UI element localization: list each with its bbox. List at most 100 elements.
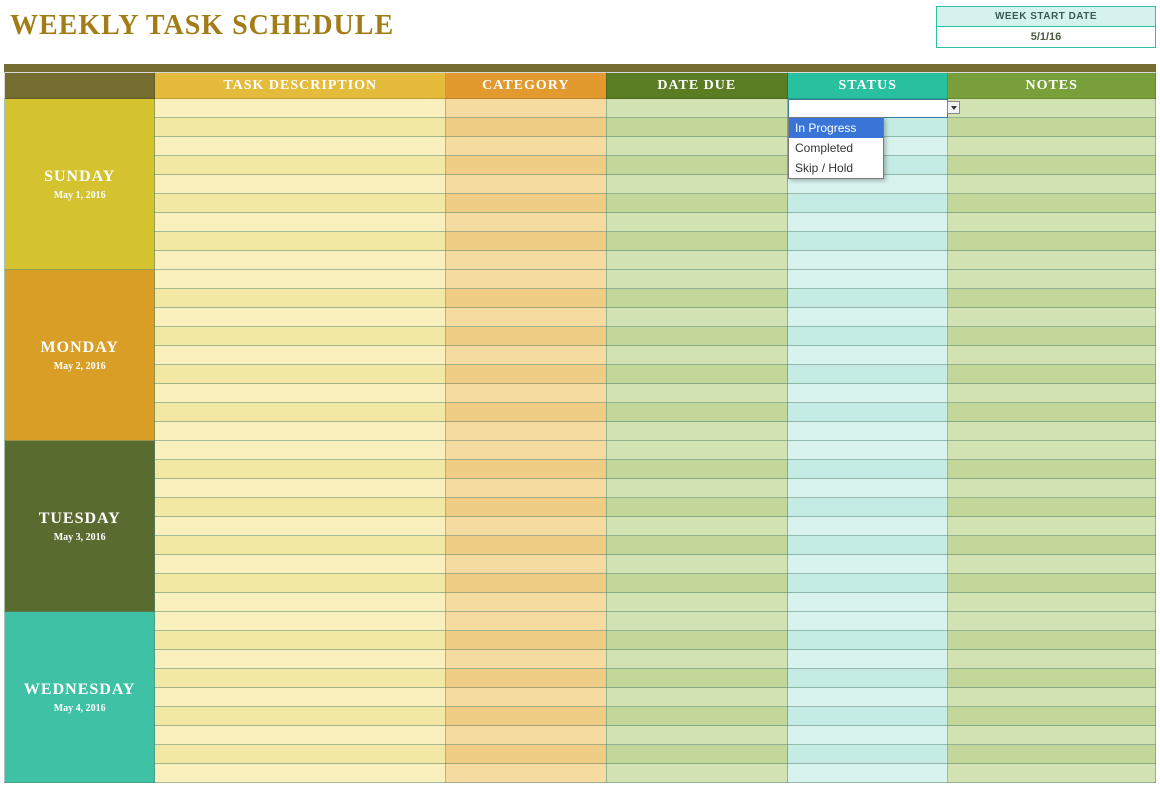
cell-note[interactable] [948, 745, 1156, 764]
status-option[interactable]: Skip / Hold [789, 158, 883, 178]
cell-task[interactable] [155, 346, 446, 365]
cell-due[interactable] [606, 517, 787, 536]
cell-note[interactable] [948, 612, 1156, 631]
cell-note[interactable] [948, 650, 1156, 669]
cell-note[interactable] [948, 669, 1156, 688]
cell-task[interactable] [155, 441, 446, 460]
cell-task[interactable] [155, 707, 446, 726]
cell-due[interactable] [606, 574, 787, 593]
cell-task[interactable] [155, 270, 446, 289]
cell-stat[interactable] [788, 441, 948, 460]
cell-task[interactable] [155, 194, 446, 213]
cell-stat[interactable] [788, 650, 948, 669]
cell-due[interactable] [606, 555, 787, 574]
cell-stat[interactable] [788, 327, 948, 346]
cell-stat[interactable] [788, 764, 948, 783]
cell-task[interactable] [155, 745, 446, 764]
cell-stat[interactable] [788, 194, 948, 213]
cell-due[interactable] [606, 593, 787, 612]
cell-note[interactable] [948, 156, 1156, 175]
cell-note[interactable] [948, 251, 1156, 270]
cell-due[interactable] [606, 365, 787, 384]
cell-note[interactable] [948, 213, 1156, 232]
cell-cat[interactable] [446, 251, 606, 270]
cell-task[interactable] [155, 213, 446, 232]
cell-due[interactable] [606, 137, 787, 156]
cell-stat[interactable] [788, 479, 948, 498]
cell-stat[interactable] [788, 460, 948, 479]
cell-stat[interactable] [788, 593, 948, 612]
cell-cat[interactable] [446, 137, 606, 156]
cell-note[interactable] [948, 422, 1156, 441]
cell-due[interactable] [606, 669, 787, 688]
cell-task[interactable] [155, 688, 446, 707]
cell-stat[interactable]: In ProgressCompletedSkip / Hold [788, 99, 948, 118]
cell-cat[interactable] [446, 175, 606, 194]
cell-cat[interactable] [446, 346, 606, 365]
cell-task[interactable] [155, 403, 446, 422]
cell-note[interactable] [948, 536, 1156, 555]
cell-stat[interactable] [788, 251, 948, 270]
cell-cat[interactable] [446, 574, 606, 593]
cell-note[interactable] [948, 574, 1156, 593]
cell-note[interactable] [948, 498, 1156, 517]
cell-note[interactable] [948, 403, 1156, 422]
cell-due[interactable] [606, 251, 787, 270]
cell-cat[interactable] [446, 517, 606, 536]
cell-task[interactable] [155, 536, 446, 555]
cell-stat[interactable] [788, 384, 948, 403]
cell-stat[interactable] [788, 707, 948, 726]
cell-task[interactable] [155, 251, 446, 270]
cell-due[interactable] [606, 631, 787, 650]
cell-due[interactable] [606, 194, 787, 213]
cell-note[interactable] [948, 764, 1156, 783]
cell-note[interactable] [948, 479, 1156, 498]
cell-due[interactable] [606, 175, 787, 194]
cell-note[interactable] [948, 270, 1156, 289]
cell-note[interactable] [948, 384, 1156, 403]
cell-task[interactable] [155, 612, 446, 631]
cell-due[interactable] [606, 745, 787, 764]
cell-due[interactable] [606, 384, 787, 403]
cell-cat[interactable] [446, 194, 606, 213]
cell-due[interactable] [606, 327, 787, 346]
cell-due[interactable] [606, 479, 787, 498]
cell-cat[interactable] [446, 365, 606, 384]
cell-due[interactable] [606, 118, 787, 137]
cell-due[interactable] [606, 213, 787, 232]
cell-due[interactable] [606, 232, 787, 251]
cell-due[interactable] [606, 764, 787, 783]
cell-note[interactable] [948, 441, 1156, 460]
cell-stat[interactable] [788, 745, 948, 764]
cell-stat[interactable] [788, 612, 948, 631]
cell-due[interactable] [606, 460, 787, 479]
cell-note[interactable] [948, 460, 1156, 479]
cell-task[interactable] [155, 118, 446, 137]
cell-task[interactable] [155, 232, 446, 251]
dropdown-handle-icon[interactable] [947, 101, 960, 114]
cell-task[interactable] [155, 156, 446, 175]
cell-note[interactable] [948, 232, 1156, 251]
cell-stat[interactable] [788, 346, 948, 365]
cell-task[interactable] [155, 99, 446, 118]
cell-note[interactable] [948, 289, 1156, 308]
cell-note[interactable] [948, 365, 1156, 384]
cell-cat[interactable] [446, 536, 606, 555]
cell-note[interactable] [948, 175, 1156, 194]
cell-note[interactable] [948, 99, 1156, 118]
cell-due[interactable] [606, 441, 787, 460]
cell-note[interactable] [948, 118, 1156, 137]
cell-stat[interactable] [788, 213, 948, 232]
cell-task[interactable] [155, 175, 446, 194]
cell-cat[interactable] [446, 327, 606, 346]
cell-note[interactable] [948, 631, 1156, 650]
cell-task[interactable] [155, 460, 446, 479]
cell-stat[interactable] [788, 270, 948, 289]
cell-task[interactable] [155, 669, 446, 688]
cell-stat[interactable] [788, 289, 948, 308]
cell-due[interactable] [606, 726, 787, 745]
cell-task[interactable] [155, 555, 446, 574]
cell-stat[interactable] [788, 365, 948, 384]
cell-stat[interactable] [788, 536, 948, 555]
cell-stat[interactable] [788, 688, 948, 707]
